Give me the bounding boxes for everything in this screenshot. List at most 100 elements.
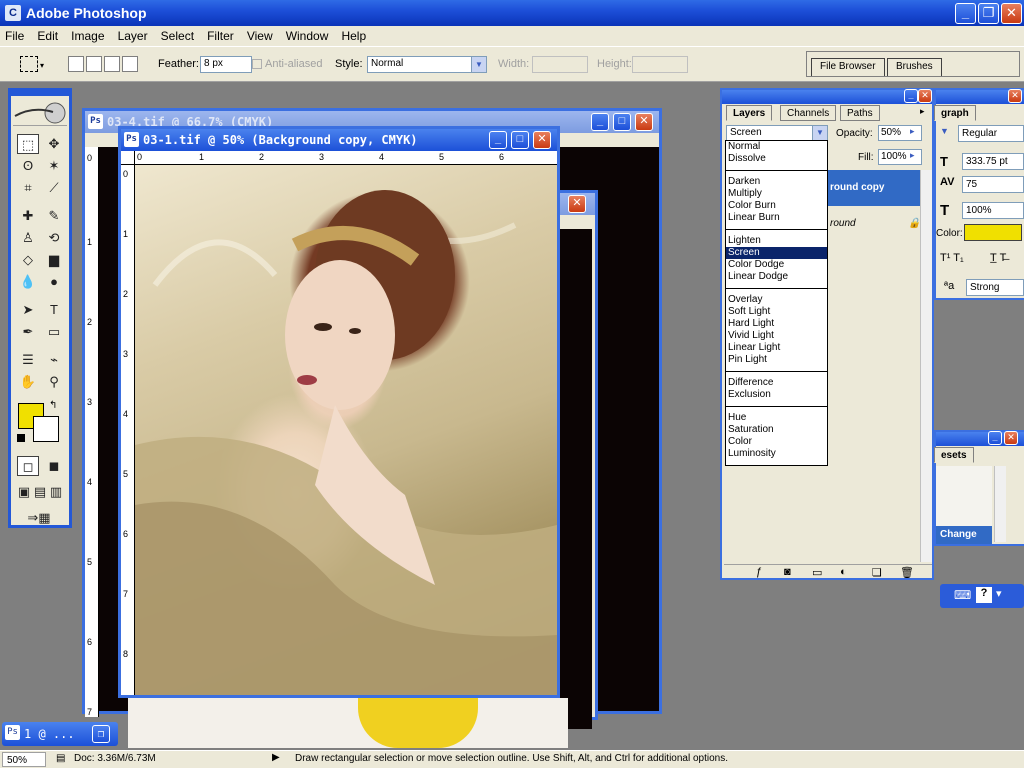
hand-tool-icon[interactable]: ✋ bbox=[17, 372, 39, 392]
close-button[interactable]: ✕ bbox=[1001, 3, 1022, 24]
style-select[interactable]: Normal ▼ bbox=[367, 56, 487, 73]
quick-mask-icon[interactable]: ◼ bbox=[43, 456, 65, 476]
close-button[interactable]: ✕ bbox=[635, 113, 653, 131]
blur-tool-icon[interactable]: 💧 bbox=[17, 272, 39, 292]
close-button[interactable]: ✕ bbox=[1004, 431, 1018, 445]
new-set-icon[interactable]: ▭ bbox=[812, 566, 822, 579]
tab-paragraph[interactable]: graph bbox=[934, 105, 976, 121]
adjustment-layer-icon[interactable]: ◐ bbox=[840, 566, 847, 578]
new-layer-icon[interactable]: ❏ bbox=[872, 566, 882, 579]
feather-input[interactable]: 8 px bbox=[200, 56, 252, 73]
eraser-tool-icon[interactable]: ◇ bbox=[17, 250, 39, 270]
close-button[interactable]: ✕ bbox=[533, 131, 551, 149]
feather-logo-icon[interactable] bbox=[13, 100, 67, 126]
presets-scrollbar[interactable] bbox=[994, 466, 1006, 542]
menu-help[interactable]: Help bbox=[336, 26, 371, 43]
add-mask-icon[interactable]: ◙ bbox=[784, 566, 791, 578]
brush-tool-icon[interactable]: ✎ bbox=[43, 206, 65, 226]
crop-tool-icon[interactable]: ⌗ bbox=[17, 178, 39, 198]
minimize-button[interactable]: _ bbox=[904, 89, 918, 103]
blend-mode-dropdown[interactable]: Normal Dissolve Darken Multiply Color Bu… bbox=[725, 140, 828, 466]
jump-to-imageready-icon[interactable]: ⇒▦ bbox=[17, 508, 61, 528]
tab-brushes[interactable]: Brushes bbox=[887, 58, 942, 76]
menu-layer[interactable]: Layer bbox=[113, 26, 153, 43]
blend-option[interactable]: Hue bbox=[726, 412, 827, 424]
blend-option[interactable]: Linear Light bbox=[726, 342, 827, 354]
subtract-selection-icon[interactable] bbox=[104, 56, 120, 72]
blend-option[interactable]: Color bbox=[726, 436, 827, 448]
menu-window[interactable]: Window bbox=[281, 26, 334, 43]
blend-option[interactable]: Normal bbox=[726, 141, 827, 153]
blend-option[interactable]: Dissolve bbox=[726, 153, 827, 165]
notes-tool-icon[interactable]: ☰ bbox=[17, 350, 39, 370]
minimize-button[interactable]: _ bbox=[988, 431, 1002, 445]
maximize-button[interactable]: □ bbox=[511, 131, 529, 149]
width-input[interactable] bbox=[532, 56, 588, 73]
tab-presets[interactable]: esets bbox=[934, 447, 974, 463]
tab-paths[interactable]: Paths bbox=[840, 105, 880, 121]
tab-channels[interactable]: Channels bbox=[780, 105, 837, 121]
close-button[interactable]: ✕ bbox=[568, 195, 586, 213]
layers-scrollbar[interactable] bbox=[920, 170, 932, 562]
ruler-origin[interactable] bbox=[121, 151, 135, 165]
blend-option[interactable]: Multiply bbox=[726, 188, 827, 200]
menu-view[interactable]: View bbox=[242, 26, 278, 43]
trash-icon[interactable]: 🗑 bbox=[900, 566, 914, 579]
type-tool-icon[interactable]: T bbox=[43, 300, 65, 320]
tab-file-browser[interactable]: File Browser bbox=[811, 58, 885, 76]
magic-wand-icon[interactable]: ✶ bbox=[43, 156, 65, 176]
slice-tool-icon[interactable]: ⟋ bbox=[43, 178, 65, 198]
height-input[interactable] bbox=[632, 56, 688, 73]
eyedropper-icon[interactable]: ⌁ bbox=[43, 350, 65, 370]
font-size-input[interactable]: 333.75 pt bbox=[962, 153, 1024, 170]
chevron-down-icon[interactable]: ▼ bbox=[940, 126, 949, 136]
opacity-slider-icon[interactable]: ▸ bbox=[910, 126, 915, 137]
menu-select[interactable]: Select bbox=[156, 26, 199, 43]
minimize-button[interactable]: _ bbox=[489, 131, 507, 149]
presets-change-item[interactable]: Change bbox=[936, 526, 992, 544]
photo-canvas[interactable] bbox=[135, 165, 557, 695]
panel-title-bar[interactable] bbox=[722, 90, 932, 104]
horizontal-scale-input[interactable]: 100% bbox=[962, 202, 1024, 219]
tray-menu-icon[interactable]: ▾ bbox=[996, 587, 1002, 600]
tab-layers[interactable]: Layers bbox=[726, 105, 773, 121]
blend-option[interactable]: Lighten bbox=[726, 235, 827, 247]
blend-option[interactable]: Color Dodge bbox=[726, 259, 827, 271]
restore-button[interactable]: ❐ bbox=[978, 3, 999, 24]
panel-menu-icon[interactable]: ▸ bbox=[920, 106, 925, 117]
status-menu-icon[interactable]: ▶ bbox=[272, 752, 280, 763]
default-colors-icon[interactable] bbox=[17, 434, 25, 442]
zoom-level[interactable]: 50% bbox=[2, 752, 46, 767]
restore-button[interactable]: ❐ bbox=[92, 725, 110, 743]
blend-option[interactable]: Saturation bbox=[726, 424, 827, 436]
menu-edit[interactable]: Edit bbox=[32, 26, 63, 43]
marquee-tool-icon[interactable]: ⬚ bbox=[17, 134, 39, 154]
blend-option[interactable]: Pin Light bbox=[726, 354, 827, 366]
menu-filter[interactable]: Filter bbox=[202, 26, 239, 43]
menu-file[interactable]: File bbox=[0, 26, 29, 43]
minimize-button[interactable]: _ bbox=[591, 113, 609, 131]
shape-tool-icon[interactable]: ▭ bbox=[43, 322, 65, 342]
blend-option[interactable]: Vivid Light bbox=[726, 330, 827, 342]
text-color-swatch[interactable] bbox=[964, 224, 1022, 241]
screen-mode-full-icon[interactable]: ▥ bbox=[45, 482, 67, 502]
chevron-down-icon[interactable]: ▾ bbox=[40, 61, 44, 70]
document-window-front[interactable]: Ps 03-1.tif @ 50% (Background copy, CMYK… bbox=[118, 126, 560, 698]
new-selection-icon[interactable] bbox=[68, 56, 84, 72]
blend-option[interactable]: Soft Light bbox=[726, 306, 827, 318]
blend-option-selected[interactable]: Screen bbox=[726, 247, 827, 259]
zoom-tool-icon[interactable]: ⚲ bbox=[43, 372, 65, 392]
blend-option[interactable]: Overlay bbox=[726, 294, 827, 306]
blend-option[interactable]: Linear Dodge bbox=[726, 271, 827, 283]
background-color-swatch[interactable] bbox=[33, 416, 59, 442]
path-select-icon[interactable]: ➤ bbox=[17, 300, 39, 320]
anti-aliased-checkbox[interactable] bbox=[252, 59, 262, 69]
add-selection-icon[interactable] bbox=[86, 56, 102, 72]
blend-option[interactable]: Exclusion bbox=[726, 389, 827, 401]
standard-mode-icon[interactable]: ◻ bbox=[17, 456, 39, 476]
app-title-bar[interactable]: C Adobe Photoshop bbox=[0, 0, 1024, 26]
antialias-select[interactable]: Strong bbox=[966, 279, 1024, 296]
blend-option[interactable]: Luminosity bbox=[726, 448, 827, 460]
tracking-input[interactable]: 75 bbox=[962, 176, 1024, 193]
clone-stamp-icon[interactable]: ♙ bbox=[17, 228, 39, 248]
